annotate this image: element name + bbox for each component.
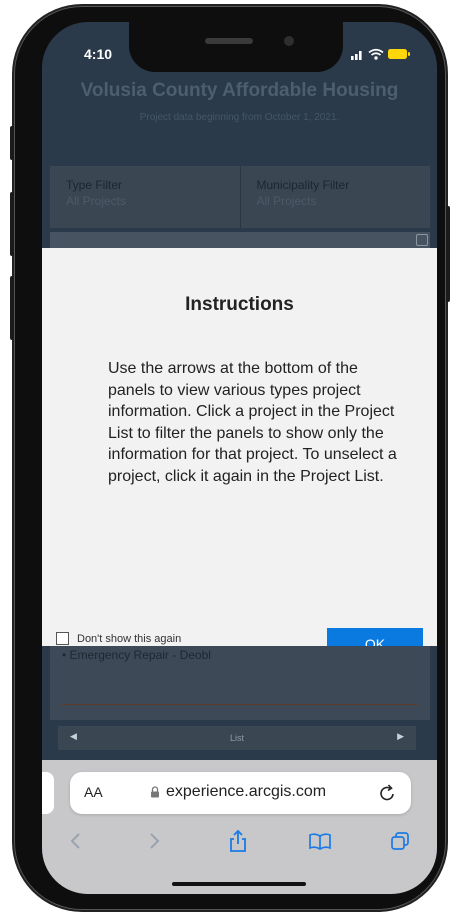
back-icon <box>70 833 80 849</box>
type-filter-label: Type Filter <box>66 178 123 192</box>
municipality-filter-label: Municipality Filter <box>256 178 350 192</box>
type-filter-value: All Projects <box>66 194 127 208</box>
municipality-filter-value: All Projects <box>256 194 317 208</box>
expand-icon[interactable] <box>416 234 428 246</box>
forward-button[interactable] <box>138 826 170 856</box>
back-button[interactable] <box>60 826 92 856</box>
dont-show-again-row[interactable]: Don't show this again <box>56 632 181 645</box>
speaker <box>205 38 253 44</box>
address-bar[interactable]: AA experience.arcgis.com <box>70 772 411 814</box>
status-time: 4:10 <box>84 46 113 62</box>
bookmarks-button[interactable] <box>304 826 336 856</box>
previous-tab-address-bar[interactable] <box>42 772 54 814</box>
url-text: experience.arcgis.com <box>166 783 327 800</box>
volume-down-button <box>10 276 14 340</box>
power-button <box>446 206 450 302</box>
battery-icon <box>388 49 410 59</box>
wifi-icon <box>368 48 384 60</box>
list-divider <box>62 704 418 705</box>
notch <box>129 22 343 72</box>
volume-up-button <box>10 192 14 256</box>
share-icon <box>230 829 246 852</box>
reload-icon[interactable] <box>379 782 397 802</box>
bookmarks-icon <box>309 833 331 850</box>
share-button[interactable] <box>222 826 254 856</box>
dont-show-again-checkbox[interactable] <box>56 632 69 645</box>
project-list-panel: • Emergency Repair - Deobl <box>50 646 430 720</box>
browser-chrome: AA experience.arcgis.com <box>42 760 437 894</box>
next-panel-icon[interactable]: ▶ <box>397 732 404 742</box>
tabs-icon <box>391 832 409 850</box>
modal-body: Use the arrows at the bottom of the pane… <box>108 360 397 485</box>
panel-nav-label: List <box>229 733 244 743</box>
app-header: Volusia County Affordable Housing Projec… <box>42 80 437 123</box>
browser-toolbar <box>42 826 437 866</box>
panel-nav: ◀ List ▶ <box>58 726 416 750</box>
dont-show-again-label: Don't show this again <box>77 632 182 645</box>
forward-icon <box>150 833 160 849</box>
municipality-filter[interactable]: Municipality Filter All Projects <box>239 166 431 228</box>
filter-bar: Type Filter All Projects Municipality Fi… <box>50 166 430 228</box>
url-container[interactable]: experience.arcgis.com <box>150 783 326 801</box>
modal-title: Instructions <box>185 294 294 315</box>
status-icons <box>351 48 410 60</box>
phone-screen: 4:10 Volusia County Affordable Housing P… <box>42 22 437 894</box>
camera <box>284 36 294 46</box>
reader-text-size-button[interactable]: AA <box>84 784 103 800</box>
tabs-button[interactable] <box>384 826 416 856</box>
app-title: Volusia County Affordable Housing <box>80 80 399 101</box>
silent-switch <box>10 126 14 160</box>
lock-icon <box>151 786 159 798</box>
type-filter[interactable]: Type Filter All Projects <box>50 166 240 228</box>
home-indicator[interactable] <box>172 882 306 886</box>
app-subtitle: Project data beginning from October 1, 2… <box>139 112 340 123</box>
list-item[interactable]: • Emergency Repair - Deobl <box>62 648 211 662</box>
instructions-modal: Instructions Use the arrows at the botto… <box>42 248 437 659</box>
signal-icon <box>351 51 362 60</box>
